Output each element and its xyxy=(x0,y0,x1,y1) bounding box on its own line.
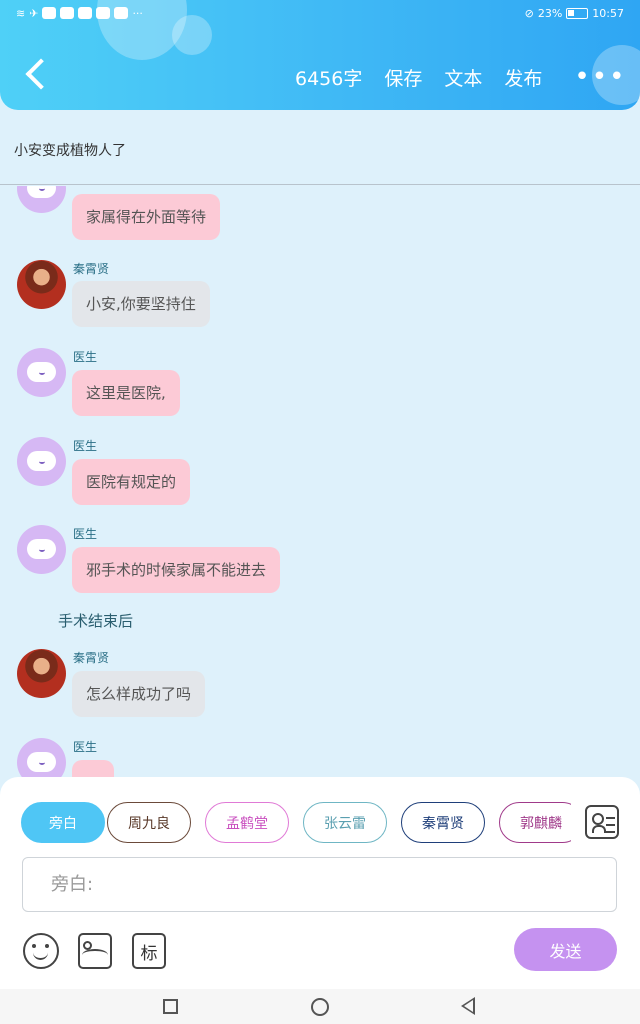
role-chip[interactable]: 张云雷 xyxy=(303,802,387,843)
speaker-name: 医生 xyxy=(73,527,98,541)
role-list-icon[interactable] xyxy=(585,805,619,839)
notification-icon xyxy=(96,7,111,19)
wifi-icon: ≋ xyxy=(16,6,26,20)
chat-list[interactable]: 家属得在外面等待 秦霄贤 小安,你要坚持住 医生 这里是医院, 医生 医院有规定… xyxy=(0,186,640,778)
role-chip[interactable]: 郭麒麟 xyxy=(499,802,571,843)
avatar[interactable] xyxy=(17,525,66,574)
mark-button[interactable]: 标 xyxy=(132,933,166,969)
role-chip[interactable]: 旁白 xyxy=(21,802,105,843)
notification-icon xyxy=(60,7,75,19)
nav-back-icon[interactable] xyxy=(461,997,475,1015)
story-title-bar[interactable]: 小安变成植物人了 xyxy=(0,110,640,185)
more-icon[interactable]: ••• xyxy=(574,62,626,92)
speaker-name: 医生 xyxy=(73,439,98,453)
speaker-name: 医生 xyxy=(73,740,98,754)
role-chip[interactable]: 孟鹤堂 xyxy=(205,802,289,843)
system-nav-bar xyxy=(0,989,640,1024)
back-icon[interactable] xyxy=(22,60,52,90)
emoji-icon[interactable] xyxy=(23,933,59,969)
message-bubble[interactable]: 家属得在外面等待 xyxy=(72,194,221,240)
notification-icon xyxy=(42,7,57,19)
mute-icon: ⊘ xyxy=(524,6,534,20)
battery-icon xyxy=(566,7,589,19)
text-button[interactable]: 文本 xyxy=(444,64,482,91)
status-bar: ≋ ✈ ··· ⊘ 23% 10:57 xyxy=(16,4,624,22)
avatar[interactable] xyxy=(17,649,66,698)
app-header: ≋ ✈ ··· ⊘ 23% 10:57 6456字 保存 文本 发布 ••• xyxy=(0,0,640,110)
recent-apps-icon[interactable] xyxy=(163,999,178,1014)
word-count: 6456字 xyxy=(295,67,363,90)
message-bubble[interactable]: 怎么样成功了吗 xyxy=(72,671,206,717)
message-bubble[interactable] xyxy=(72,760,114,778)
notification-icon xyxy=(78,7,93,19)
status-more: ··· xyxy=(132,6,143,20)
speaker-name: 秦霄贤 xyxy=(73,651,110,665)
avatar[interactable] xyxy=(17,348,66,397)
clock: 10:57 xyxy=(592,6,624,20)
avatar[interactable] xyxy=(17,260,66,309)
save-button[interactable]: 保存 xyxy=(384,64,422,91)
message-bubble[interactable]: 医院有规定的 xyxy=(72,459,191,505)
speaker-name: 秦霄贤 xyxy=(73,262,110,276)
speaker-name: 医生 xyxy=(73,350,98,364)
home-icon[interactable] xyxy=(311,998,329,1016)
send-button[interactable]: 发送 xyxy=(514,928,617,971)
message-bubble[interactable]: 小安,你要坚持住 xyxy=(72,281,210,327)
message-bubble[interactable]: 邪手术的时候家属不能进去 xyxy=(72,547,281,593)
role-chip[interactable]: 周九良 xyxy=(107,802,191,843)
notification-icon xyxy=(114,7,129,19)
message-input[interactable] xyxy=(22,857,617,912)
message-bubble[interactable]: 这里是医院, xyxy=(72,370,180,416)
battery-percent: 23% xyxy=(537,6,563,20)
image-icon[interactable] xyxy=(78,933,112,969)
publish-button[interactable]: 发布 xyxy=(504,64,542,91)
avatar[interactable] xyxy=(17,738,66,778)
role-chip[interactable]: 秦霄贤 xyxy=(401,802,485,843)
airplane-icon: ✈ xyxy=(29,6,39,20)
avatar[interactable] xyxy=(17,186,66,213)
avatar[interactable] xyxy=(17,437,66,486)
narration-line[interactable]: 手术结束后 xyxy=(58,610,133,631)
role-chip-row[interactable]: 旁白 周九良 孟鹤堂 张云雷 秦霄贤 郭麒麟 xyxy=(21,802,571,844)
compose-panel: 旁白 周九良 孟鹤堂 张云雷 秦霄贤 郭麒麟 标 发送 xyxy=(0,777,640,989)
header-actions: 6456字 保存 文本 发布 ••• xyxy=(295,62,624,92)
story-title: 小安变成植物人了 xyxy=(14,143,126,159)
